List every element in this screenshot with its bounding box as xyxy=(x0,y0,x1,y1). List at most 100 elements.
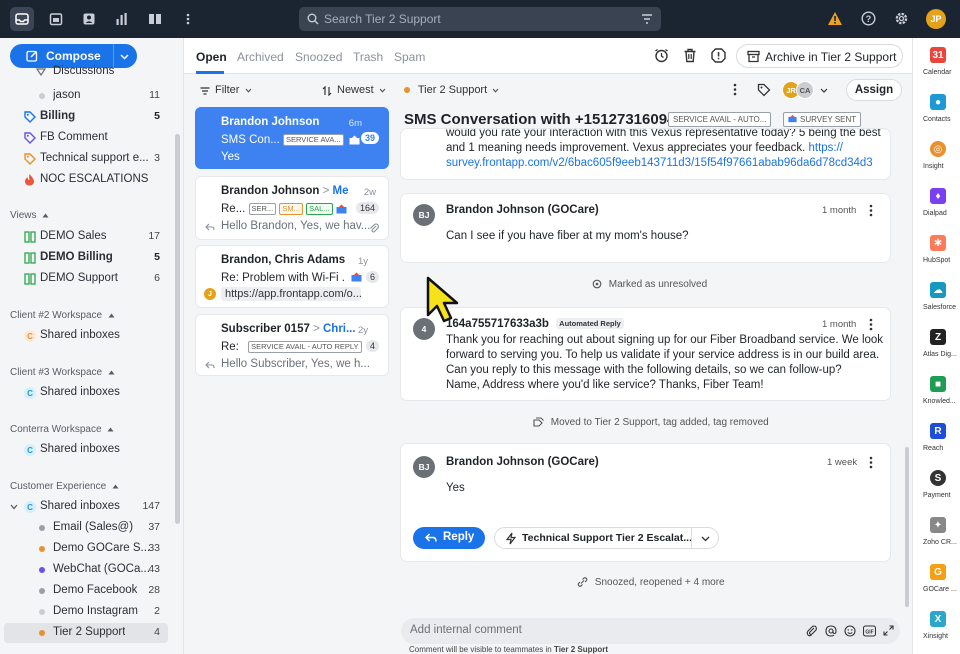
app-insight[interactable]: ◎ Insight xyxy=(913,134,960,180)
message-card[interactable]: BJ Brandon Johnson (GOCare) 1 month Can … xyxy=(401,194,890,262)
filter-icon[interactable] xyxy=(641,13,653,25)
workspace-header-client-3[interactable]: Client #3 Workspace xyxy=(10,367,115,378)
sidebar-item-technical-support[interactable]: Technical support e... 3 xyxy=(0,149,172,169)
snooze-alarm-icon[interactable] xyxy=(654,48,669,63)
settings-gear-icon[interactable] xyxy=(894,11,909,26)
app-contacts[interactable]: ● Contacts xyxy=(913,87,960,133)
inbox-selector[interactable]: Tier 2 Support xyxy=(404,84,499,96)
sidebar-item-shared-inboxes-conterra[interactable]: C Shared inboxes xyxy=(0,440,172,460)
sidebar-item-demo-facebook[interactable]: Demo Facebook 28 xyxy=(0,581,172,601)
sidebar-item-tier-2-support[interactable]: Tier 2 Support 4 xyxy=(4,623,168,643)
sidebar-item-discussions[interactable]: Discussions xyxy=(0,65,172,82)
workspace-badge-icon: C xyxy=(24,501,36,513)
conversation-item[interactable]: Brandon Johnson > Me 2w Re... SER... SM.… xyxy=(195,176,389,240)
app-xinsight[interactable]: X Xinsight xyxy=(913,604,960,650)
sidebar-item-shared-inboxes-client-3[interactable]: C Shared inboxes xyxy=(0,383,172,403)
spam-shield-icon[interactable] xyxy=(711,48,726,63)
chevron-down-icon[interactable] xyxy=(701,536,710,542)
app-dialpad[interactable]: ♦ Dialpad xyxy=(913,181,960,227)
chevron-down-icon[interactable] xyxy=(120,54,129,60)
assignees-group[interactable]: JR CA xyxy=(782,80,836,100)
sidebar-item-demo-gocare[interactable]: Demo GOCare S... 33 xyxy=(0,539,172,559)
sidebar-item-demo-support[interactable]: DEMO Support 6 xyxy=(0,269,172,289)
sidebar-item-demo-billing[interactable]: DEMO Billing 5 xyxy=(0,248,172,268)
macro-rule-button[interactable]: Technical Support Tier 2 Escalat... xyxy=(494,527,719,549)
conversation-item[interactable]: Brandon, Chris Adams 1y Re: Problem with… xyxy=(195,245,389,308)
app-reach[interactable]: R Reach xyxy=(913,416,960,462)
tab-snoozed[interactable]: Snoozed xyxy=(295,50,342,64)
views-section-header[interactable]: Views xyxy=(10,210,49,221)
contacts-app-icon: ● xyxy=(930,94,946,110)
user-avatar[interactable]: JP xyxy=(926,9,946,29)
sidebar-item-billing[interactable]: Billing 5 xyxy=(0,107,172,127)
sidebar-scrollbar[interactable] xyxy=(175,134,180,524)
tab-trash[interactable]: Trash xyxy=(353,50,383,64)
inbox-icon[interactable] xyxy=(10,7,34,31)
archive-in-inbox-button[interactable]: Archive in Tier 2 Support xyxy=(736,44,903,68)
filter-button[interactable]: Filter xyxy=(200,84,252,96)
conversation-scrollbar[interactable] xyxy=(905,447,909,607)
workspace-header-customer-experience[interactable]: Customer Experience xyxy=(10,481,119,492)
more-vertical-icon[interactable] xyxy=(869,204,873,217)
chevron-down-icon[interactable] xyxy=(10,504,18,510)
tag-badge: SAL... xyxy=(306,203,333,215)
app-salesforce[interactable]: ☁ Salesforce xyxy=(913,275,960,321)
analytics-icon[interactable] xyxy=(110,7,134,31)
sort-newest-button[interactable]: Newest xyxy=(322,84,386,96)
trash-icon[interactable] xyxy=(683,48,697,63)
more-vertical-icon[interactable] xyxy=(869,456,873,469)
tab-open[interactable]: Open xyxy=(196,50,227,64)
conversation-panel: Tier 2 Support JR CA Assign SMS Conversa… xyxy=(396,75,912,654)
tab-spam[interactable]: Spam xyxy=(394,50,425,64)
app-hubspot[interactable]: ✱ HubSpot xyxy=(913,228,960,274)
calendar-icon[interactable] xyxy=(44,7,68,31)
automated-reply-badge: Automated Reply xyxy=(556,318,624,330)
workspace-header-client-2[interactable]: Client #2 Workspace xyxy=(10,310,115,321)
sidebar-item-shared-inboxes-client-2[interactable]: C Shared inboxes xyxy=(0,326,172,346)
sidebar-item-jason[interactable]: jason 11 xyxy=(0,86,172,106)
tab-archived[interactable]: Archived xyxy=(237,50,284,64)
internal-comment-box[interactable]: Add internal comment GIF xyxy=(401,618,900,644)
message-card[interactable]: BJ Brandon Johnson (GOCare) 1 week Yes R… xyxy=(401,444,890,561)
knowledge-base-icon[interactable] xyxy=(143,7,167,31)
more-vertical-icon[interactable] xyxy=(869,318,873,331)
app-atlas-digital[interactable]: Z Atlas Dig... xyxy=(913,322,960,368)
message-card: would you rate your interaction with thi… xyxy=(401,129,890,179)
sidebar-item-webchat[interactable]: WebChat (GOCa... 43 xyxy=(0,560,172,580)
assign-button[interactable]: Assign xyxy=(846,79,902,101)
help-icon[interactable]: ? xyxy=(861,11,876,26)
tag-icon[interactable] xyxy=(757,83,771,97)
app-knowledge[interactable]: ■ Knowled... xyxy=(913,369,960,415)
workspace-header-conterra[interactable]: Conterra Workspace xyxy=(10,424,114,435)
search-bar[interactable]: Search Tier 2 Support xyxy=(299,7,661,31)
conversation-tag[interactable]: SURVEY SENT xyxy=(783,112,862,127)
more-vertical-icon[interactable] xyxy=(733,83,737,96)
expand-icon[interactable] xyxy=(883,625,894,636)
comment-input[interactable]: Add internal comment xyxy=(410,624,522,636)
warning-icon[interactable] xyxy=(827,11,843,26)
conversation-item[interactable]: Subscriber 0157 > Chri... 2y Re: SERVICE… xyxy=(195,314,389,376)
sidebar-item-email-sales[interactable]: Email (Sales@) 37 xyxy=(0,518,172,538)
emoji-icon[interactable] xyxy=(844,625,856,637)
tag-badge: SM... xyxy=(279,203,303,215)
more-vertical-icon[interactable] xyxy=(176,7,200,31)
sidebar-item-demo-sales[interactable]: DEMO Sales 17 xyxy=(0,227,172,247)
message-card[interactable]: 4 164a755717633a3b Automated Reply 1 mon… xyxy=(401,308,890,400)
attachment-icon[interactable] xyxy=(806,625,817,637)
search-input[interactable]: Search Tier 2 Support xyxy=(324,12,441,26)
sidebar-item-noc-escalations[interactable]: NOC ESCALATIONS xyxy=(0,170,172,190)
activity-event: Moved to Tier 2 Support, tag added, tag … xyxy=(533,417,769,428)
sidebar-item-fb-comment[interactable]: FB Comment xyxy=(0,128,172,148)
app-gocare[interactable]: G GOCare ... xyxy=(913,557,960,603)
app-calendar[interactable]: 31 Calendar xyxy=(913,40,960,86)
conversation-item[interactable]: Brandon Johnson 6m SMS Con... SERVICE AV… xyxy=(195,107,389,169)
contacts-icon[interactable] xyxy=(77,7,101,31)
mention-icon[interactable] xyxy=(825,625,837,637)
reply-button[interactable]: Reply xyxy=(413,527,485,549)
sidebar-item-demo-instagram[interactable]: Demo Instagram 2 xyxy=(0,602,172,622)
sidebar-item-shared-inboxes-cx[interactable]: C Shared inboxes 147 xyxy=(0,497,172,517)
app-zoho-crm[interactable]: ✦ Zoho CR... xyxy=(913,510,960,556)
conversation-tag[interactable]: SERVICE AVAIL - AUTO... xyxy=(668,112,772,127)
gif-icon[interactable]: GIF xyxy=(863,625,876,637)
app-payment[interactable]: S Payment xyxy=(913,463,960,509)
